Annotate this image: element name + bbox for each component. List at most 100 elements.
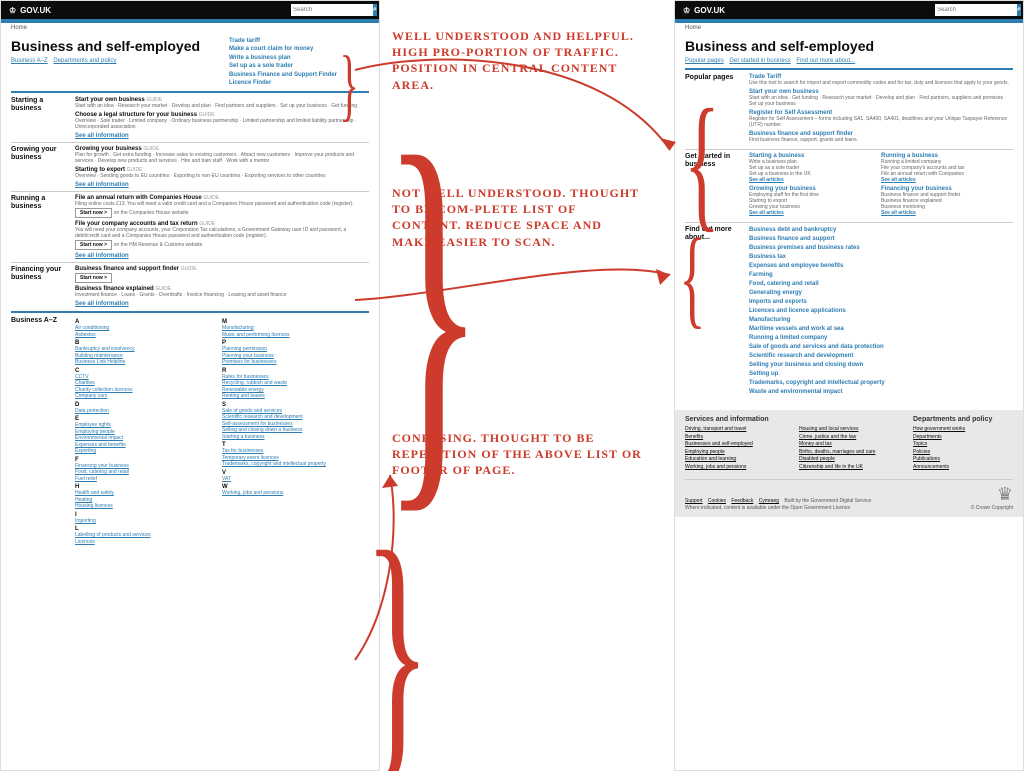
footer-link[interactable]: Driving, transport and travel	[685, 426, 799, 434]
az-link[interactable]: Housing licences	[75, 503, 222, 510]
item-desc: Plan for growth · Get extra funding · In…	[75, 152, 369, 164]
findout-link[interactable]: Sale of goods and services and data prot…	[749, 343, 1013, 352]
az-link[interactable]: Fuel relief	[75, 476, 222, 483]
see-all-link[interactable]: See all articles	[881, 210, 1009, 216]
az-link[interactable]: Company cars	[75, 393, 222, 400]
search-box[interactable]: ⌕	[935, 4, 1015, 16]
subnav-link[interactable]: Departments and policy	[53, 58, 116, 64]
findout-link[interactable]: Waste and environmental impact	[749, 388, 1013, 397]
section-label: Growing your business	[11, 146, 75, 188]
footer-link[interactable]: Benefits	[685, 434, 799, 442]
footer-link[interactable]: Employing people	[685, 449, 799, 457]
az-section: Business A–Z AAir conditioningAsbestosBB…	[11, 317, 369, 545]
subnav-link[interactable]: Business A–Z	[11, 58, 48, 64]
see-all-link[interactable]: See all information	[75, 253, 369, 259]
az-link[interactable]: Importing	[75, 518, 222, 525]
findout-link[interactable]: Business finance and support	[749, 235, 1013, 244]
brace-icon: }	[684, 95, 720, 230]
search-icon[interactable]: ⌕	[1017, 4, 1021, 16]
footer-link[interactable]: Announcements	[913, 464, 1013, 472]
see-all-link[interactable]: See all articles	[749, 177, 877, 183]
search-input[interactable]	[291, 4, 373, 16]
content-item: File your company accounts and tax retur…	[75, 221, 369, 250]
findout-link[interactable]: Manufacturing	[749, 316, 1013, 325]
footer-link[interactable]: Education and learning	[685, 456, 799, 464]
findout-link[interactable]: Food, catering and retail	[749, 280, 1013, 289]
section-label: Running a business	[11, 195, 75, 259]
crown-icon: ♔	[683, 6, 690, 15]
search-icon[interactable]: ⌕	[373, 4, 377, 16]
see-all-link[interactable]: See all articles	[881, 177, 1009, 183]
footer-link[interactable]: Departments	[913, 434, 1013, 442]
popular-item: Register for Self AssessmentRegister for…	[749, 110, 1013, 128]
footer-link[interactable]: Disabled people	[799, 456, 913, 464]
footer-meta-link[interactable]: Cymraeg	[759, 498, 779, 504]
findout-section: Find out more about... Business debt and…	[685, 226, 1013, 397]
see-all-link[interactable]: See all information	[75, 301, 369, 307]
footer-link[interactable]: Policies	[913, 449, 1013, 457]
az-link[interactable]: Data protection	[75, 408, 222, 415]
search-input[interactable]	[935, 4, 1017, 16]
footer-link[interactable]: Births, deaths, marriages and care	[799, 449, 913, 457]
findout-link[interactable]: Farming	[749, 271, 1013, 280]
footer-link[interactable]: Publications	[913, 456, 1013, 464]
see-all-link[interactable]: See all articles	[749, 210, 877, 216]
footer-link[interactable]: Citizenship and life in the UK	[799, 464, 913, 472]
footer-link[interactable]: Working, jobs and pensions	[685, 464, 799, 472]
item-desc: Start with an idea · Get funding · Resea…	[749, 95, 1013, 107]
findout-link[interactable]: Selling your business and closing down	[749, 361, 1013, 370]
az-link[interactable]: Starting a business	[222, 434, 369, 441]
item-title[interactable]: Business finance and support finder GUID…	[75, 266, 369, 272]
az-link[interactable]: Asbestos	[75, 332, 222, 339]
gov-header: ♔ GOV.UK ⌕	[1, 1, 379, 19]
subnav-link[interactable]: Popular pages	[685, 58, 724, 64]
footer-built: Built by the Government Digital Service	[784, 498, 871, 504]
findout-link[interactable]: Maritime vessels and work at sea	[749, 325, 1013, 334]
see-all-link[interactable]: See all information	[75, 133, 369, 139]
footer-link[interactable]: Housing and local services	[799, 426, 913, 434]
subnav-link[interactable]: Find out more about...	[796, 58, 855, 64]
footer-link[interactable]: How government works	[913, 426, 1013, 434]
content-item: Starting to export GUIDEOverview · Sendi…	[75, 167, 369, 179]
footer-heading: Services and information	[685, 416, 913, 423]
findout-link[interactable]: Business tax	[749, 253, 1013, 262]
footer-link[interactable]: Topics	[913, 441, 1013, 449]
findout-link[interactable]: Trademarks, copyright and intellectual p…	[749, 379, 1013, 388]
findout-link[interactable]: Business premises and business rates	[749, 244, 1013, 253]
footer-meta-link[interactable]: Cookies	[708, 498, 726, 504]
findout-link[interactable]: Scientific research and development	[749, 352, 1013, 361]
start-button[interactable]: Start now >	[75, 273, 112, 283]
footer-link[interactable]: Crime, justice and the law	[799, 434, 913, 442]
item-sub: on the HM Revenue & Customs website	[114, 242, 203, 248]
findout-link[interactable]: Licences and licence applications	[749, 307, 1013, 316]
findout-link[interactable]: Generating energy	[749, 289, 1013, 298]
getstarted-group: Running a businessRunning a limited comp…	[881, 153, 1009, 183]
az-link[interactable]: Business Link Helpline	[75, 359, 222, 366]
az-link[interactable]: VAT	[222, 476, 369, 483]
footer-meta-link[interactable]: Feedback	[731, 498, 753, 504]
az-link[interactable]: Licences	[75, 539, 222, 546]
az-link[interactable]: Trademarks, copyright and intellectual p…	[222, 461, 369, 468]
findout-link[interactable]: Business debt and bankruptcy	[749, 226, 1013, 235]
az-link[interactable]: Premises for businesses	[222, 359, 369, 366]
search-box[interactable]: ⌕	[291, 4, 371, 16]
findout-link[interactable]: Setting up	[749, 370, 1013, 379]
item-desc: Overview · Sole trader · Limited company…	[75, 118, 369, 130]
section: Financing your businessBusiness finance …	[11, 266, 369, 307]
az-link[interactable]: Working, jobs and pensions	[222, 490, 369, 497]
footer-link[interactable]: Businesses and self-employed	[685, 441, 799, 449]
start-button[interactable]: Start now >	[75, 240, 112, 250]
see-all-link[interactable]: See all information	[75, 182, 369, 188]
footer-meta-link[interactable]: Support	[685, 498, 703, 504]
findout-link[interactable]: Running a limited company	[749, 334, 1013, 343]
getstarted-group: Financing your businessBusiness finance …	[881, 186, 1009, 216]
subnav-link[interactable]: Get started in business	[729, 58, 790, 64]
findout-link[interactable]: Imports and exports	[749, 298, 1013, 307]
start-button[interactable]: Start now >	[75, 208, 112, 218]
az-link[interactable]: Exporting	[75, 448, 222, 455]
findout-link[interactable]: Expenses and employee benefits	[749, 262, 1013, 271]
az-link[interactable]: Renting and leases	[222, 393, 369, 400]
footer-link[interactable]: Money and tax	[799, 441, 913, 449]
brace-icon: }	[340, 40, 359, 131]
az-link[interactable]: Music and performing licences	[222, 332, 369, 339]
